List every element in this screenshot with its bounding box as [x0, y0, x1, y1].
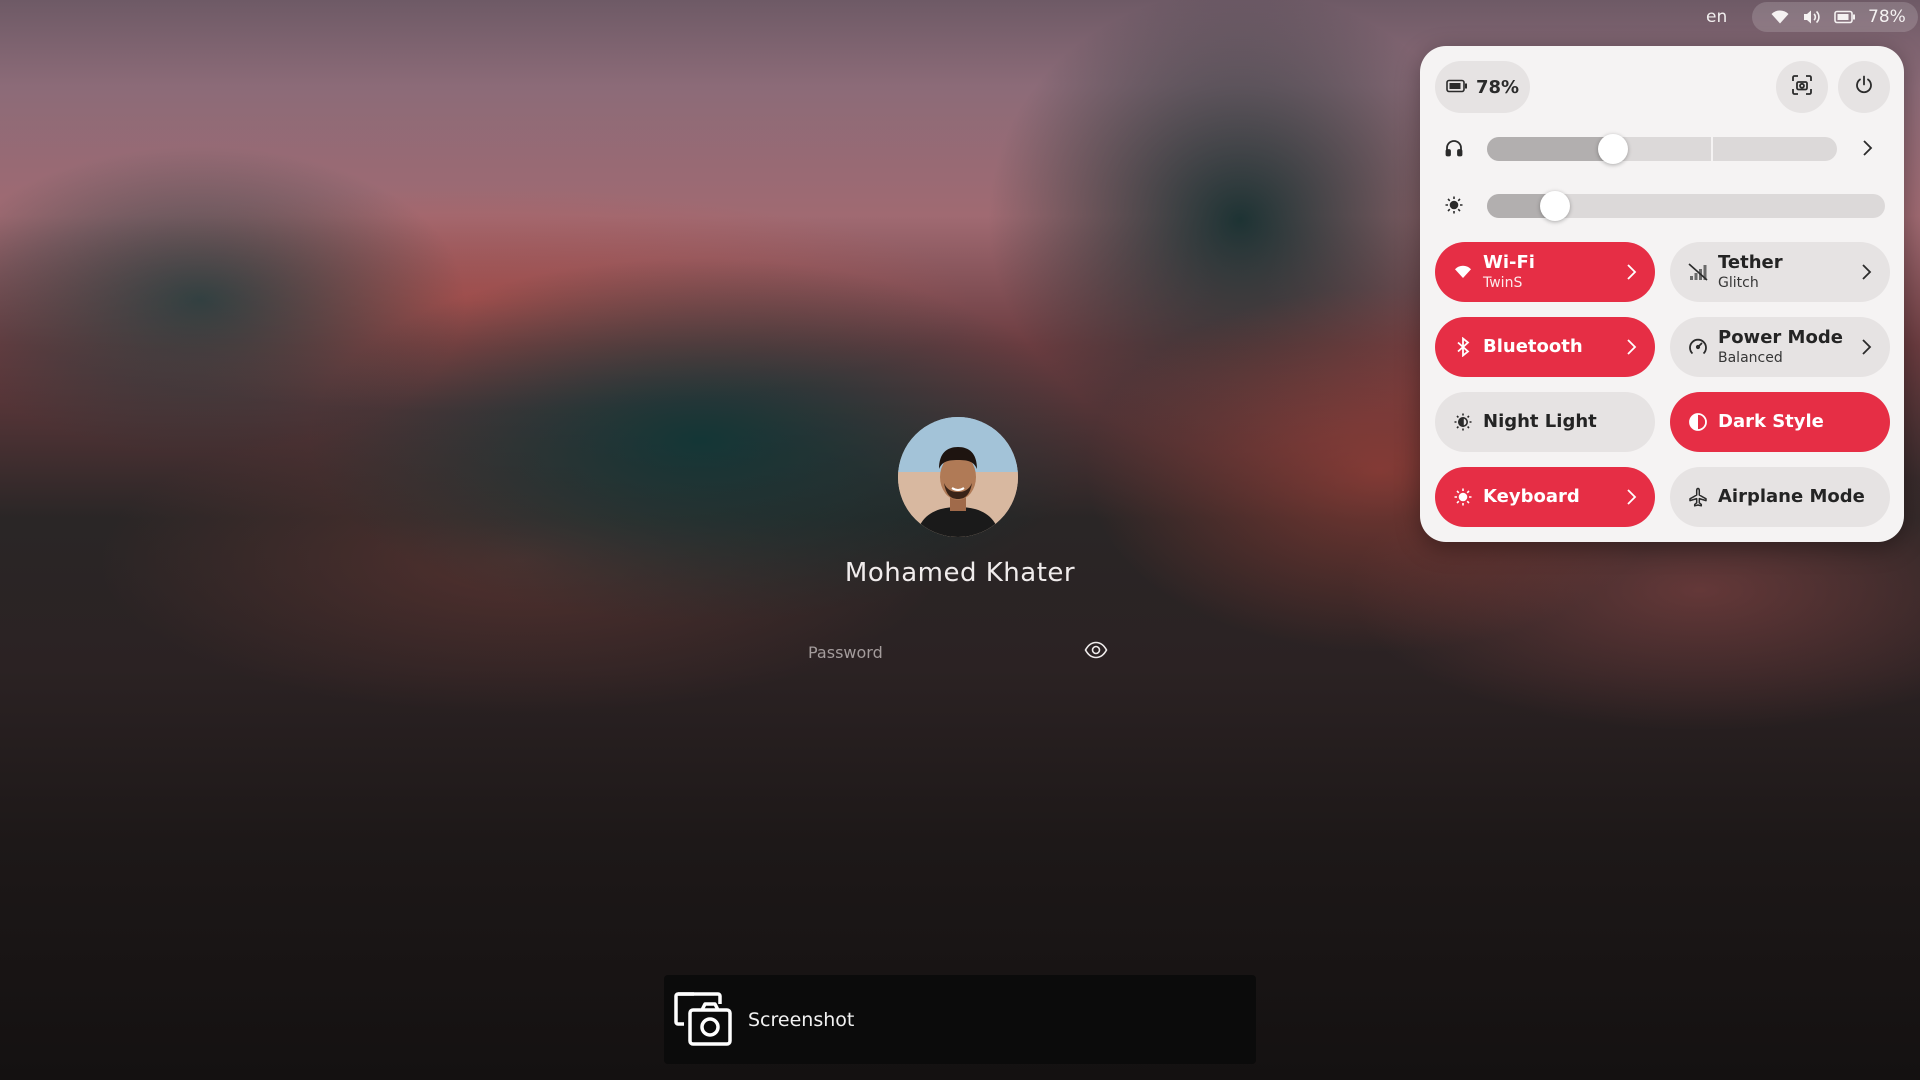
keyboard-title: Keyboard [1483, 486, 1580, 507]
dark-style-title: Dark Style [1718, 411, 1824, 432]
bluetooth-icon [1453, 337, 1473, 357]
volume-icon [1802, 9, 1822, 25]
system-status-menu[interactable]: 78% [1752, 2, 1918, 32]
keyboard-brightness-toggle[interactable]: Keyboard [1435, 467, 1655, 527]
battery-status-button[interactable]: 78% [1435, 61, 1530, 113]
night-light-toggle[interactable]: Night Light [1435, 392, 1655, 452]
top-bar: en 78% [0, 0, 1920, 34]
tether-title: Tether [1718, 252, 1783, 273]
keyboard-language-indicator[interactable]: en [1700, 6, 1733, 28]
power-mode-title: Power Mode [1718, 327, 1843, 348]
airplane-mode-title: Airplane Mode [1718, 486, 1865, 507]
brightness-slider-row [1420, 187, 1904, 223]
output-volume-fill [1487, 137, 1613, 161]
headphones-icon [1444, 138, 1464, 158]
wifi-menu-chevron-icon[interactable] [1625, 262, 1639, 286]
output-device-chevron-icon[interactable] [1857, 138, 1877, 162]
power-mode-menu-chevron-icon[interactable] [1860, 337, 1874, 361]
screenshot-camera-icon [672, 988, 734, 1052]
user-name: Mohamed Khater [844, 558, 1076, 588]
show-password-eye-icon[interactable] [1084, 640, 1110, 664]
airplane-icon [1688, 487, 1708, 507]
output-volume-slider[interactable] [1487, 134, 1837, 164]
keyboard-brightness-icon [1453, 487, 1473, 507]
volume-max-marker [1711, 137, 1713, 161]
quick-settings-panel: 78% Wi-Fi TwinS Tether Glitch Bluetooth … [1420, 46, 1904, 542]
cellular-signal-icon [1688, 262, 1708, 282]
battery-status-label: 78% [1475, 76, 1520, 98]
tether-device-name: Glitch [1718, 275, 1759, 291]
wifi-network-name: TwinS [1483, 275, 1523, 291]
output-volume-knob[interactable] [1598, 134, 1628, 164]
wifi-title: Wi-Fi [1483, 252, 1535, 273]
brightness-knob[interactable] [1540, 191, 1570, 221]
bluetooth-toggle[interactable]: Bluetooth [1435, 317, 1655, 377]
keyboard-menu-chevron-icon[interactable] [1625, 487, 1639, 511]
night-light-title: Night Light [1483, 411, 1597, 432]
bluetooth-menu-chevron-icon[interactable] [1625, 337, 1639, 361]
screenshot-osd: Screenshot [664, 975, 1256, 1064]
power-mode-toggle[interactable]: Power Mode Balanced [1670, 317, 1890, 377]
tether-menu-chevron-icon[interactable] [1860, 262, 1874, 286]
password-field[interactable] [790, 632, 1110, 672]
screenshot-icon [1791, 74, 1813, 100]
airplane-mode-toggle[interactable]: Airplane Mode [1670, 467, 1890, 527]
power-mode-value: Balanced [1718, 350, 1783, 366]
night-light-icon [1453, 412, 1473, 432]
power-icon [1853, 74, 1875, 100]
osd-label: Screenshot [748, 1008, 855, 1031]
brightness-icon [1444, 195, 1464, 215]
dark-style-icon [1688, 412, 1708, 432]
power-mode-gauge-icon [1688, 337, 1708, 357]
user-avatar [898, 417, 1018, 537]
tether-toggle[interactable]: Tether Glitch [1670, 242, 1890, 302]
output-volume-slider-row [1420, 130, 1904, 166]
battery-icon [1446, 77, 1468, 98]
battery-icon [1834, 10, 1856, 24]
screenshot-button[interactable] [1776, 61, 1828, 113]
brightness-slider[interactable] [1487, 191, 1885, 221]
battery-percentage: 78% [1868, 7, 1906, 27]
bluetooth-title: Bluetooth [1483, 336, 1583, 357]
power-button[interactable] [1838, 61, 1890, 113]
dark-style-toggle[interactable]: Dark Style [1670, 392, 1890, 452]
wifi-toggle[interactable]: Wi-Fi TwinS [1435, 242, 1655, 302]
wifi-icon [1770, 9, 1790, 25]
wifi-icon [1453, 262, 1473, 282]
